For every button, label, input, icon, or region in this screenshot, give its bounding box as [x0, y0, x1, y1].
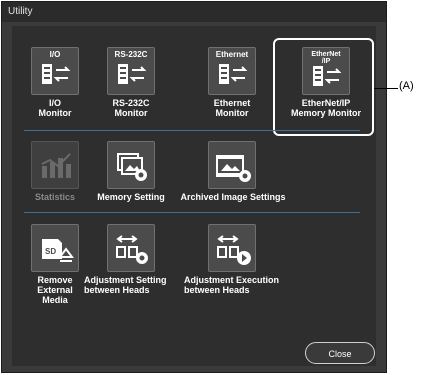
adjustment-setting-button[interactable]	[107, 224, 155, 272]
monitor-icon	[42, 64, 71, 84]
callout-line	[374, 88, 398, 89]
remove-external-media-button[interactable]: SD	[31, 224, 79, 272]
memory-setting-label: Memory Setting	[97, 192, 165, 202]
sd-text: SD	[45, 247, 56, 256]
callout-highlight-box	[273, 38, 374, 136]
rs232c-monitor-label: RS-232C Monitor	[112, 98, 150, 118]
adjustment-setting-label: Adjustment Setting between Heads	[84, 275, 167, 295]
callout-label: (A)	[399, 80, 414, 92]
archived-image-settings-label: Archived Image Settings	[180, 192, 286, 202]
adjustment-execution-icon	[217, 235, 251, 265]
io-monitor-button[interactable]: I/O	[31, 47, 79, 95]
monitor-icon	[219, 64, 248, 84]
close-button[interactable]: Close	[305, 342, 375, 364]
archived-image-icon	[216, 155, 251, 182]
statistics-button[interactable]	[31, 141, 79, 189]
io-monitor-label: I/O Monitor	[38, 98, 72, 118]
ethernet-monitor-button[interactable]: Ethernet	[208, 47, 256, 95]
statistics-label: Statistics	[34, 192, 76, 202]
ethernet-monitor-label: Ethernet Monitor	[213, 98, 251, 118]
memory-setting-icon	[117, 153, 147, 181]
adjustment-execution-button[interactable]	[208, 224, 256, 272]
window-title: Utility	[2, 2, 386, 22]
sd-eject-icon: SD	[42, 239, 74, 262]
adjustment-setting-icon	[116, 235, 148, 264]
memory-setting-button[interactable]	[107, 141, 155, 189]
rs232c-monitor-button[interactable]: RS-232C	[107, 47, 155, 95]
monitor-icon	[118, 64, 147, 84]
adjustment-execution-label: Adjustment Execution between Heads	[184, 275, 280, 295]
statistics-icon	[41, 153, 71, 178]
remove-external-media-label: Remove External Media	[37, 275, 73, 305]
archived-image-settings-button[interactable]	[208, 141, 256, 189]
separator-1	[24, 130, 360, 131]
separator-2	[24, 212, 360, 213]
